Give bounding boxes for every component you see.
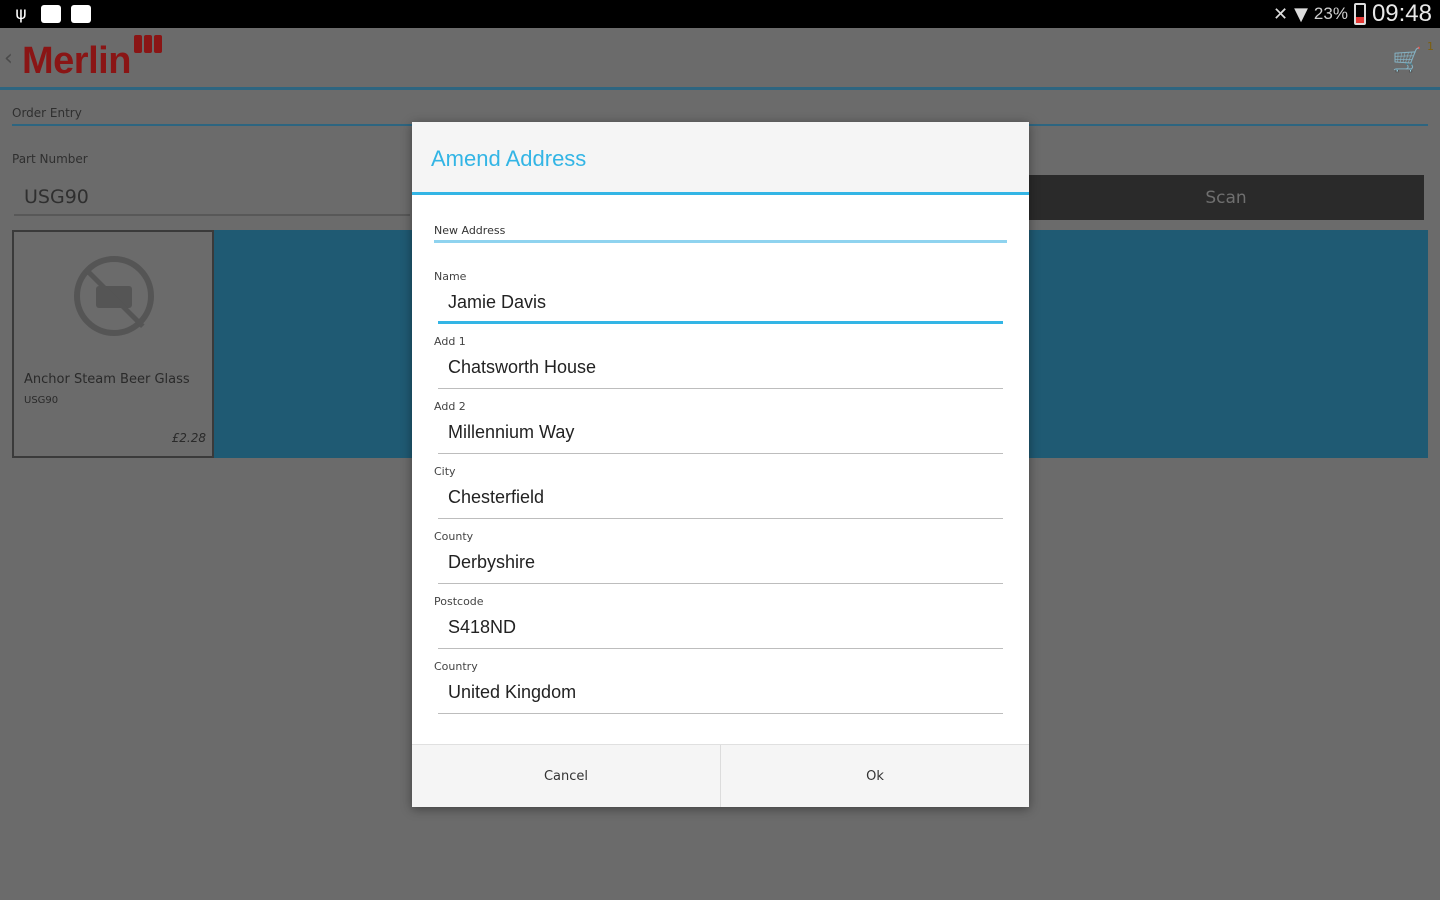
product-card[interactable]: Anchor Steam Beer Glass USG90 £2.28 bbox=[12, 230, 214, 458]
postcode-input[interactable]: S418ND bbox=[448, 617, 516, 638]
clock: 09:48 bbox=[1371, 0, 1432, 27]
name-underline bbox=[438, 321, 1003, 324]
part-number-underline bbox=[14, 214, 410, 216]
dialog-header: Amend Address bbox=[412, 122, 1029, 195]
product-price: £2.28 bbox=[171, 431, 206, 445]
add2-underline bbox=[438, 453, 1003, 454]
city-underline bbox=[438, 518, 1003, 519]
part-number-input[interactable]: USG90 bbox=[24, 186, 404, 208]
app-logo[interactable]: Merlin bbox=[22, 40, 131, 83]
screenshot-icon bbox=[40, 3, 62, 25]
mute-icon: ✕ bbox=[1272, 3, 1289, 25]
dialog-button-bar: Cancel Ok bbox=[412, 744, 1029, 807]
battery-percent: 23% bbox=[1313, 4, 1348, 23]
product-code: USG90 bbox=[24, 395, 59, 406]
name-label: Name bbox=[434, 270, 467, 283]
add2-label: Add 2 bbox=[434, 400, 466, 413]
county-underline bbox=[438, 583, 1003, 584]
new-address-divider bbox=[434, 240, 1007, 243]
briefcase-icon bbox=[70, 3, 92, 25]
no-image-icon bbox=[74, 256, 154, 336]
new-address-label: New Address bbox=[434, 224, 506, 237]
county-label: County bbox=[434, 530, 474, 543]
status-bar: ψ ✕ ▼ 23% 09:48 bbox=[0, 0, 1440, 28]
cart-icon[interactable]: 🛒 bbox=[1392, 46, 1422, 74]
postcode-label: Postcode bbox=[434, 595, 484, 608]
logo-bars-icon bbox=[134, 35, 162, 53]
country-input[interactable]: United Kingdom bbox=[448, 682, 576, 703]
cancel-button[interactable]: Cancel bbox=[412, 745, 720, 807]
country-underline bbox=[438, 713, 1003, 714]
ok-button[interactable]: Ok bbox=[720, 745, 1029, 807]
product-name: Anchor Steam Beer Glass bbox=[24, 372, 190, 387]
section-label-order-entry: Order Entry bbox=[12, 106, 82, 120]
county-input[interactable]: Derbyshire bbox=[448, 552, 535, 573]
action-bar: ‹ Merlin 🛒 1 bbox=[0, 28, 1440, 90]
amend-address-dialog: Amend Address New Address Name Jamie Dav… bbox=[412, 122, 1029, 807]
notification-icons: ψ bbox=[10, 3, 92, 25]
cart-count: 1 bbox=[1427, 40, 1434, 53]
add1-input[interactable]: Chatsworth House bbox=[448, 357, 596, 378]
country-label: Country bbox=[434, 660, 478, 673]
city-input[interactable]: Chesterfield bbox=[448, 487, 544, 508]
usb-icon: ψ bbox=[15, 4, 27, 24]
back-icon[interactable]: ‹ bbox=[4, 46, 13, 71]
system-icons: ✕ ▼ 23% 09:48 bbox=[1273, 0, 1432, 28]
part-number-label: Part Number bbox=[12, 152, 88, 166]
name-input[interactable]: Jamie Davis bbox=[448, 292, 546, 313]
postcode-underline bbox=[438, 648, 1003, 649]
scan-button[interactable]: Scan bbox=[1028, 175, 1424, 220]
signal-icon: ▼ bbox=[1294, 3, 1308, 25]
add2-input[interactable]: Millennium Way bbox=[448, 422, 574, 443]
add1-label: Add 1 bbox=[434, 335, 466, 348]
dialog-title: Amend Address bbox=[431, 146, 587, 171]
city-label: City bbox=[434, 465, 456, 478]
battery-icon bbox=[1353, 3, 1366, 25]
add1-underline bbox=[438, 388, 1003, 389]
